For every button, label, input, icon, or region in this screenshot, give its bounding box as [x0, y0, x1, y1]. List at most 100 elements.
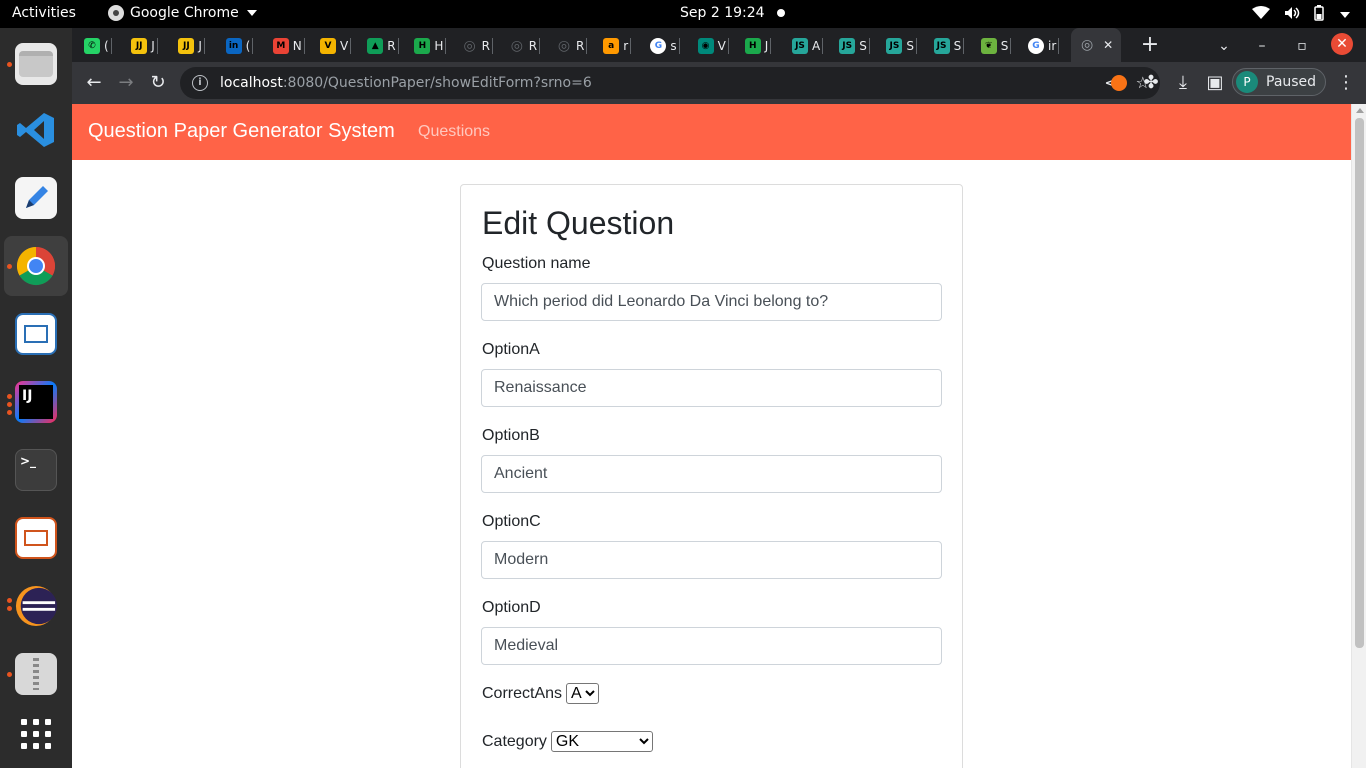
- dock-intellij[interactable]: IJ: [4, 372, 68, 432]
- clock-label: Sep 2 19:24: [680, 5, 765, 21]
- chrome-icon: [108, 5, 124, 21]
- address-bar[interactable]: i localhost:8080/QuestionPaper/showEditF…: [180, 67, 1160, 99]
- tab-search-chevron-icon[interactable]: ⌄: [1212, 34, 1236, 58]
- tab-title: S: [859, 39, 867, 53]
- running-indicator: [7, 264, 12, 269]
- tab[interactable]: ◎ R: [556, 34, 588, 58]
- system-tray[interactable]: [1252, 5, 1350, 25]
- tab[interactable]: Gir: [1028, 34, 1060, 58]
- kebab-menu-icon[interactable]: ⋮: [1332, 69, 1360, 97]
- tab-active[interactable]: ◎ ✕: [1071, 28, 1122, 62]
- jsp-icon: JS: [839, 38, 856, 54]
- extensions-puzzle-icon[interactable]: ✤: [1137, 69, 1165, 97]
- tab[interactable]: JJ J: [178, 34, 205, 58]
- tab[interactable]: ◉ V: [697, 34, 729, 58]
- back-button[interactable]: ←: [80, 69, 108, 97]
- close-tab-icon[interactable]: ✕: [1103, 38, 1113, 52]
- side-panel-icon[interactable]: ▣: [1201, 69, 1229, 97]
- dock-archive-manager[interactable]: [4, 644, 68, 704]
- dock-eclipse[interactable]: [4, 576, 68, 636]
- tab[interactable]: VV: [320, 34, 352, 58]
- extension-orange-icon[interactable]: [1105, 69, 1133, 97]
- tab-separator: [727, 38, 729, 54]
- tab[interactable]: MN: [272, 34, 305, 58]
- tab[interactable]: JS A: [792, 34, 824, 58]
- tab-title: S: [1000, 39, 1009, 53]
- tab[interactable]: JS S: [839, 34, 870, 58]
- option-c-label: OptionC: [482, 513, 541, 530]
- tab[interactable]: ◎ R: [462, 34, 493, 58]
- dock-text-editor[interactable]: [4, 168, 68, 228]
- intellij-icon: IJ: [15, 381, 57, 423]
- dock-show-apps[interactable]: [4, 704, 68, 764]
- tab[interactable]: ar: [603, 34, 632, 58]
- scrollbar-thumb[interactable]: [1355, 118, 1364, 648]
- text-editor-icon: [15, 177, 57, 219]
- chevron-down-icon: [246, 10, 257, 16]
- correct-answer-select[interactable]: A: [566, 683, 600, 704]
- tab[interactable]: JS S: [933, 34, 965, 58]
- url-text: localhost:8080/QuestionPaper/showEditFor…: [220, 75, 592, 91]
- nav-link-questions[interactable]: Questions: [418, 123, 490, 141]
- tab[interactable]: HJ: [744, 34, 772, 58]
- option-a-input[interactable]: [481, 369, 942, 407]
- app-menu[interactable]: Google Chrome: [108, 5, 257, 21]
- jsp-icon: JS: [886, 38, 903, 54]
- dock-files[interactable]: [4, 34, 68, 94]
- chrome-icon: [15, 245, 57, 287]
- running-indicator: [7, 62, 12, 67]
- close-window-button[interactable]: ✕: [1331, 33, 1353, 55]
- tab[interactable]: JJ J: [131, 34, 158, 58]
- globe-icon: ◎: [1081, 37, 1094, 53]
- profile-button[interactable]: P Paused: [1232, 68, 1326, 96]
- tab[interactable]: ❦ S: [980, 34, 1012, 58]
- tab-title: A: [812, 39, 821, 53]
- tab[interactable]: ✆(: [84, 34, 112, 58]
- tab[interactable]: ◎ R: [509, 34, 541, 58]
- dock-chrome[interactable]: [4, 236, 68, 296]
- page-scrollbar[interactable]: [1351, 104, 1366, 768]
- minimize-button[interactable]: –: [1250, 34, 1274, 58]
- tab-title: R: [387, 39, 396, 53]
- tab[interactable]: ▲ R: [367, 34, 399, 58]
- category-select[interactable]: GK: [550, 731, 653, 752]
- question-name-input[interactable]: [481, 283, 942, 321]
- forward-button[interactable]: →: [112, 69, 140, 97]
- tab[interactable]: Gs: [650, 34, 680, 58]
- dock-libreoffice-impress[interactable]: [4, 508, 68, 568]
- google-icon: G: [650, 38, 667, 54]
- jj-icon: JJ: [131, 38, 148, 54]
- dock-terminal[interactable]: >_: [4, 440, 68, 500]
- app-grid-icon: [21, 719, 51, 749]
- brand-link[interactable]: Question Paper Generator System: [88, 120, 395, 143]
- option-c-input[interactable]: [481, 541, 942, 579]
- tab[interactable]: HH: [414, 34, 447, 58]
- new-tab-button[interactable]: +: [1138, 34, 1162, 58]
- battery-icon: [1314, 5, 1324, 25]
- option-d-input[interactable]: [481, 627, 942, 665]
- running-indicator: [7, 402, 12, 407]
- browser-toolbar: ← → ↻ i localhost:8080/QuestionPaper/sho…: [72, 62, 1366, 104]
- scroll-up-arrow-icon[interactable]: [1356, 108, 1364, 113]
- tab[interactable]: in(: [225, 34, 254, 58]
- site-info-icon[interactable]: i: [192, 75, 208, 91]
- avatar: P: [1236, 71, 1258, 93]
- download-icon[interactable]: ⤓: [1169, 69, 1197, 97]
- tab-separator: [678, 38, 680, 54]
- reload-button[interactable]: ↻: [144, 69, 172, 97]
- tab-separator: [397, 38, 399, 54]
- tab[interactable]: JS S: [886, 34, 918, 58]
- option-b-input[interactable]: [481, 455, 942, 493]
- clock[interactable]: Sep 2 19:24: [680, 5, 785, 21]
- tab-separator: [868, 38, 870, 54]
- dock-vscode[interactable]: [4, 100, 68, 160]
- activities-button[interactable]: Activities: [12, 5, 76, 21]
- category-row: Category GK: [482, 731, 653, 752]
- tab-title: J: [764, 39, 769, 53]
- maximize-button[interactable]: ▫: [1290, 34, 1314, 58]
- v-icon: V: [320, 38, 336, 54]
- jsp-icon: JS: [792, 38, 808, 54]
- dock-libreoffice-writer[interactable]: [4, 304, 68, 364]
- tab-title: J: [151, 39, 155, 53]
- hackerrank-icon: H: [744, 38, 761, 54]
